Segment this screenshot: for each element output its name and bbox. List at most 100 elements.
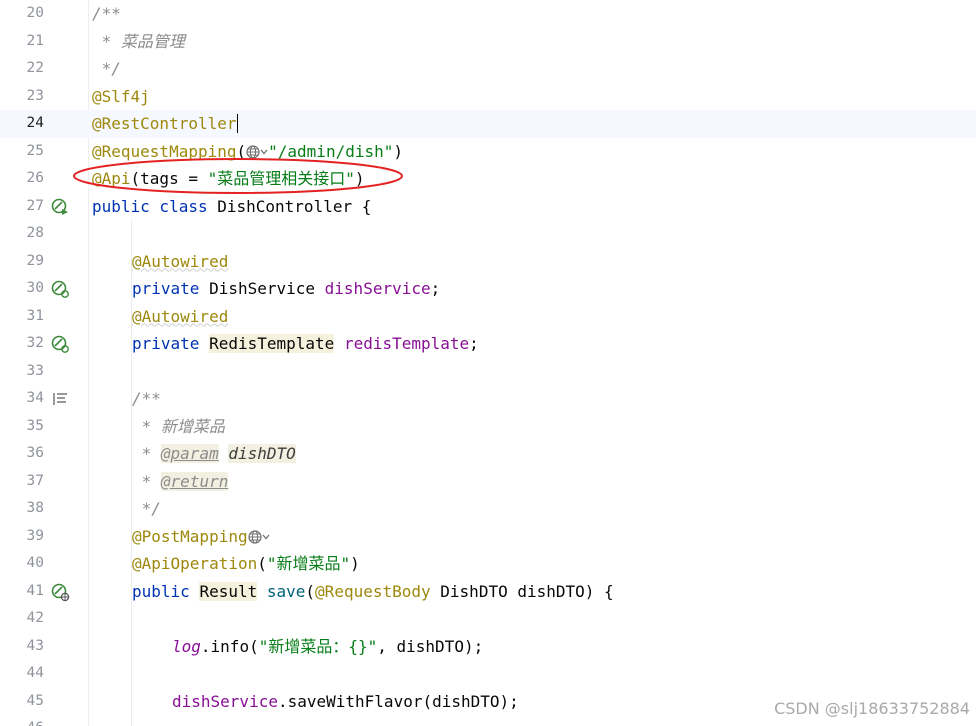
- code-token: ): [350, 554, 360, 573]
- code-token: (: [257, 554, 267, 573]
- code-editor[interactable]: 20/** 21 * 菜品管理 22 */23 @Slf4j 24 @RestContro…: [0, 0, 976, 726]
- code-line-21[interactable]: 21 * 菜品管理: [0, 28, 976, 56]
- line-number: 26: [26, 170, 44, 186]
- code-text[interactable]: @ApiOperation("新增菜品"): [132, 550, 360, 578]
- bean-web-icon[interactable]: [50, 582, 70, 602]
- code-line-31[interactable]: 31 @Autowired: [0, 303, 976, 331]
- line-number: 38: [26, 500, 44, 516]
- code-line-37[interactable]: 37 * @return: [0, 468, 976, 496]
- code-text[interactable]: /**: [92, 0, 121, 28]
- code-token: (: [305, 581, 316, 601]
- code-text[interactable]: log.info("新增菜品：{}", dishDTO);: [172, 633, 483, 661]
- line-number: 23: [26, 87, 44, 104]
- code-text[interactable]: @RestController: [92, 110, 238, 138]
- code-token: @Autowired: [132, 306, 229, 326]
- line-number: 27: [26, 197, 44, 214]
- line-number: 35: [26, 417, 44, 434]
- code-token: redisTemplate: [343, 334, 470, 353]
- line-number: 20: [26, 5, 44, 21]
- code-text[interactable]: @Autowired: [132, 248, 228, 276]
- code-line-35[interactable]: 35 * 新增菜品: [0, 413, 976, 441]
- line-number: 42: [26, 610, 44, 626]
- code-token: ;: [469, 334, 479, 353]
- code-text[interactable]: public Result save(@RequestBody DishDTO …: [132, 578, 614, 606]
- line-number: 25: [26, 142, 44, 159]
- line-number: 45: [26, 692, 44, 709]
- code-token: @RequestBody: [315, 581, 441, 601]
- code-token: */: [132, 499, 161, 518]
- csdn-watermark: CSDN @slj18633752884: [774, 699, 970, 718]
- code-token: , dishDTO);: [377, 636, 484, 656]
- bean-inject-icon[interactable]: [50, 279, 70, 299]
- code-line-36[interactable]: 36 * @param dishDTO: [0, 440, 976, 468]
- code-token: *: [132, 471, 161, 491]
- code-line-27[interactable]: 27 public class DishController {: [0, 193, 976, 221]
- code-text[interactable]: * @return: [132, 468, 229, 496]
- code-text[interactable]: * 新增菜品: [132, 413, 225, 441]
- line-number: 44: [26, 665, 44, 681]
- code-line-29[interactable]: 29 @Autowired: [0, 248, 976, 276]
- code-text[interactable]: * 菜品管理: [92, 28, 185, 56]
- doc-lines-icon[interactable]: [50, 389, 70, 409]
- bean-inject-icon[interactable]: [50, 334, 70, 354]
- code-token: DishDTO dishDTO) {: [440, 581, 614, 601]
- line-number: 32: [26, 335, 44, 351]
- code-line-40[interactable]: 40 @ApiOperation("新增菜品"): [0, 550, 976, 578]
- code-token: @RestController: [92, 114, 237, 133]
- code-token: */: [92, 59, 121, 78]
- code-line-32[interactable]: 32 private RedisTemplate redisTemplate;: [0, 330, 976, 358]
- code-line-38[interactable]: 38 */: [0, 495, 976, 523]
- code-token: /**: [92, 4, 121, 23]
- code-line-30[interactable]: 30 private DishService dishService;: [0, 275, 976, 303]
- code-text[interactable]: private DishService dishService;: [132, 275, 440, 303]
- code-line-41[interactable]: 41 public Result save(@RequestBody DishDT…: [0, 578, 976, 606]
- code-line-24[interactable]: 24 @RestController: [0, 110, 976, 138]
- bean-run-icon[interactable]: [50, 197, 70, 217]
- code-token: dishService: [172, 691, 278, 711]
- code-text[interactable]: dishService.saveWithFlavor(dishDTO);: [172, 688, 519, 716]
- code-token: "新增菜品": [266, 554, 351, 573]
- code-text[interactable]: @Slf4j: [92, 83, 150, 111]
- code-text[interactable]: private RedisTemplate redisTemplate;: [132, 330, 479, 358]
- code-line-23[interactable]: 23 @Slf4j: [0, 83, 976, 111]
- code-text[interactable]: @PostMapping: [132, 523, 270, 551]
- line-number: 40: [26, 555, 44, 571]
- code-line-44[interactable]: 44: [0, 660, 976, 688]
- code-line-33[interactable]: 33: [0, 358, 976, 386]
- code-line-43[interactable]: 43 log.info("新增菜品：{}", dishDTO);: [0, 633, 976, 661]
- code-line-22[interactable]: 22 */: [0, 55, 976, 83]
- code-text[interactable]: /**: [132, 385, 161, 413]
- code-token: dishService: [324, 279, 431, 298]
- line-number: 39: [26, 527, 44, 544]
- code-line-42[interactable]: 42: [0, 605, 976, 633]
- code-token: private: [132, 334, 210, 353]
- code-text[interactable]: */: [132, 495, 161, 523]
- code-text[interactable]: * @param dishDTO: [132, 440, 296, 468]
- code-text[interactable]: public class DishController {: [92, 193, 371, 221]
- code-token: @param: [160, 444, 219, 463]
- url-globe-icon[interactable]: [247, 527, 270, 546]
- line-number: 24: [26, 115, 44, 131]
- code-line-20[interactable]: 20 /**: [0, 0, 976, 28]
- code-token: .saveWithFlavor(dishDTO);: [277, 691, 519, 711]
- code-token: DishService: [209, 279, 325, 298]
- line-number: 43: [26, 637, 44, 654]
- code-token: DishController {: [217, 196, 372, 216]
- code-token: dishDTO: [228, 444, 296, 463]
- line-number: 21: [26, 32, 44, 49]
- code-line-34[interactable]: 34 /**: [0, 385, 976, 413]
- code-line-28[interactable]: 28: [0, 220, 976, 248]
- line-number: 41: [26, 582, 44, 599]
- line-number: 22: [26, 60, 44, 76]
- line-number: 30: [26, 280, 44, 296]
- code-token: private: [132, 279, 210, 298]
- code-token: @ApiOperation: [132, 554, 258, 573]
- code-token: *: [132, 444, 161, 463]
- code-text[interactable]: */: [92, 55, 121, 83]
- code-text[interactable]: @Autowired: [132, 303, 228, 331]
- code-token: RedisTemplate: [209, 334, 335, 353]
- code-line-39[interactable]: 39 @PostMapping: [0, 523, 976, 551]
